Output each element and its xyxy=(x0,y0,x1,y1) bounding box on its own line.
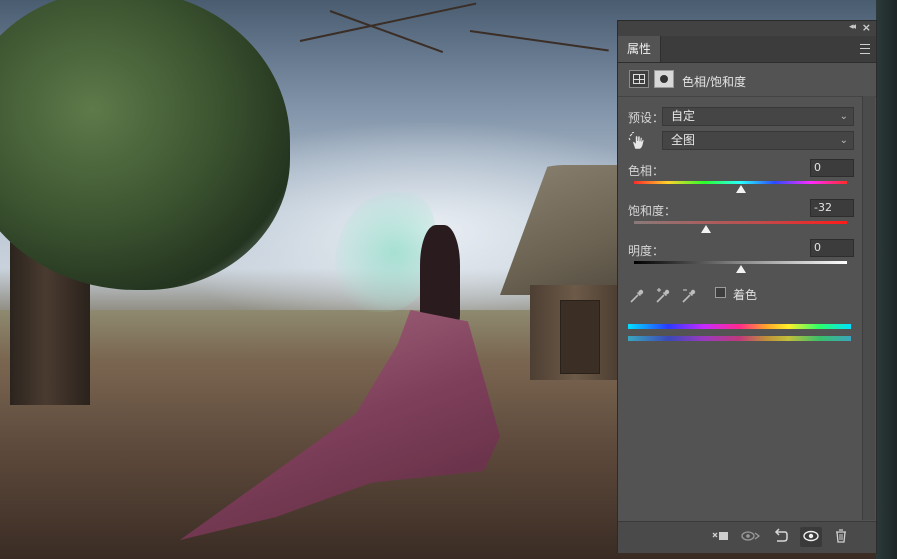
hue-label: 色相： xyxy=(628,164,665,178)
preset-select[interactable]: 自定 ⌄ xyxy=(662,107,854,126)
panel-menu-icon[interactable] xyxy=(860,44,870,54)
trash-icon[interactable] xyxy=(830,527,852,547)
colorize-checkbox[interactable] xyxy=(715,287,726,298)
hue-slider-thumb[interactable] xyxy=(735,185,746,193)
double-chevron-left-icon[interactable]: ◂◂ xyxy=(849,22,856,32)
chevron-down-icon: ⌄ xyxy=(839,111,848,122)
eyedropper-icon[interactable] xyxy=(628,287,646,305)
hue-value-field[interactable]: 0 xyxy=(810,159,854,177)
channel-value: 全图 xyxy=(671,133,696,147)
properties-panel: ◂◂ × 属性 色相/饱和度 预设： 自定 ⌄ 全图 ⌄ 色相： 0 饱和度： … xyxy=(617,20,877,553)
output-color-bar xyxy=(628,336,851,341)
channel-select[interactable]: 全图 ⌄ xyxy=(662,131,854,150)
eyedropper-plus-icon[interactable] xyxy=(654,287,672,305)
adjustment-title: 色相/饱和度 xyxy=(682,75,747,89)
panel-scrollbar[interactable] xyxy=(862,96,875,520)
hut-door xyxy=(560,300,600,374)
panel-footer xyxy=(618,521,876,553)
lightness-value-field[interactable]: 0 xyxy=(810,239,854,257)
saturation-slider-thumb[interactable] xyxy=(701,225,712,233)
eyedropper-minus-icon[interactable] xyxy=(680,287,698,305)
fairy-figure xyxy=(420,225,460,325)
saturation-slider-track[interactable] xyxy=(634,221,847,224)
layer-mask-icon[interactable] xyxy=(654,70,674,88)
panel-tab-bar: 属性 xyxy=(618,36,876,63)
preset-label: 预设： xyxy=(628,111,665,125)
adjustment-layer-icon[interactable] xyxy=(629,70,649,88)
clip-to-layer-icon[interactable] xyxy=(710,527,732,547)
targeted-adjustment-hand-icon[interactable] xyxy=(628,132,648,152)
lightness-slider-track[interactable] xyxy=(634,261,847,264)
tree-branch xyxy=(299,2,477,42)
tab-properties[interactable]: 属性 xyxy=(618,36,661,62)
saturation-label: 饱和度： xyxy=(628,204,677,218)
lightness-label: 明度： xyxy=(628,244,665,258)
tree-branch xyxy=(469,30,609,52)
visibility-eye-icon[interactable] xyxy=(800,527,822,547)
panel-title-bar: ◂◂ × xyxy=(618,21,876,36)
scene-right-edge xyxy=(876,0,897,559)
colorize-label: 着色 xyxy=(733,288,758,302)
hue-slider-track[interactable] xyxy=(634,181,847,184)
adjustment-header: 色相/饱和度 xyxy=(618,64,876,97)
preset-value: 自定 xyxy=(671,109,696,123)
chevron-down-icon: ⌄ xyxy=(839,135,848,146)
reset-icon[interactable] xyxy=(770,527,792,547)
close-icon[interactable]: × xyxy=(862,21,871,34)
saturation-value-field[interactable]: -32 xyxy=(810,199,854,217)
tree-foliage xyxy=(0,0,290,290)
lightness-slider-thumb[interactable] xyxy=(735,265,746,273)
view-previous-state-icon[interactable] xyxy=(740,527,762,547)
input-color-bar xyxy=(628,324,851,329)
